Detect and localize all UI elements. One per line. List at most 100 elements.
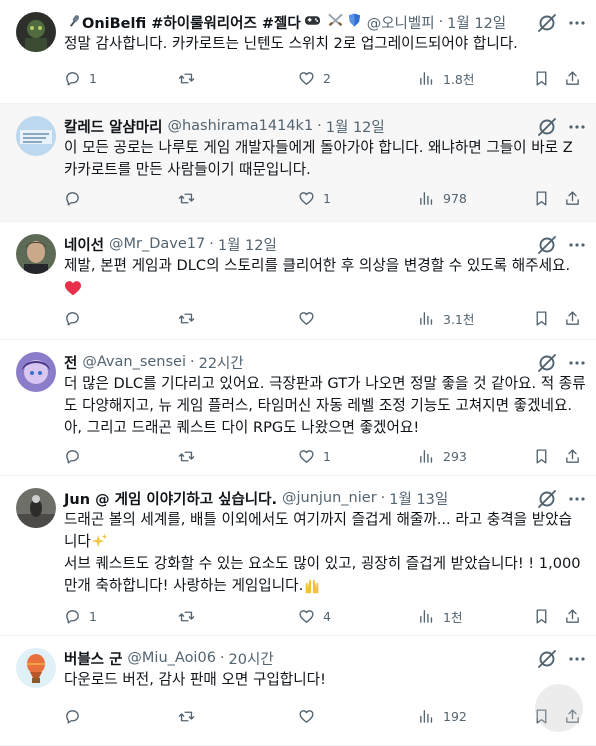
views-button[interactable]: 293	[418, 446, 467, 466]
action-bar: 192	[64, 706, 594, 726]
reply-button[interactable]	[64, 308, 89, 328]
retweet-button[interactable]	[178, 308, 203, 328]
timestamp[interactable]: 1월 13일	[389, 488, 448, 509]
like-button[interactable]: 2	[298, 68, 331, 88]
timestamp[interactable]: 1월 12일	[447, 12, 506, 33]
avatar[interactable]	[16, 352, 56, 392]
avatar[interactable]	[16, 648, 56, 688]
retweet-button[interactable]	[178, 68, 203, 88]
red-heart-emoji-icon	[64, 277, 584, 299]
handle[interactable]: @오니벨피	[367, 12, 435, 33]
grok-icon[interactable]	[536, 648, 558, 670]
retweet-button[interactable]	[178, 706, 203, 726]
tweet-text: 제발, 본편 게임과 DLC의 스토리를 클리어한 후 의상을 변경할 수 있도…	[64, 255, 584, 299]
reply-button[interactable]: 1	[64, 68, 97, 88]
views-button[interactable]: 1.8천	[418, 68, 474, 88]
handle[interactable]: @Miu_Aoi06	[127, 650, 216, 666]
bookmark-button[interactable]	[533, 188, 550, 208]
timestamp[interactable]: 1월 12일	[218, 234, 277, 255]
share-button[interactable]	[564, 606, 581, 626]
display-name[interactable]: Jun @ 게임 이야기하고 싶습니다.	[64, 488, 277, 509]
reply-button[interactable]	[64, 446, 89, 466]
more-icon[interactable]	[566, 488, 588, 510]
like-count: 2	[323, 70, 331, 86]
more-icon[interactable]	[566, 648, 588, 670]
tweet-bubbles[interactable]: 버블스 군 @Miu_Aoi06 · 20시간 다운로드 버전, 감사 판매 오…	[0, 636, 596, 746]
separator-dot: ·	[438, 14, 444, 30]
share-icon	[566, 310, 579, 325]
handle[interactable]: @hashirama1414k1	[167, 118, 313, 134]
tweet-jun[interactable]: Jun @ 게임 이야기하고 싶습니다. @junjun_nier · 1월 1…	[0, 476, 596, 636]
timestamp[interactable]: 20시간	[229, 648, 274, 669]
avatar[interactable]	[16, 234, 56, 274]
timestamp[interactable]: 22시간	[199, 352, 244, 373]
like-button[interactable]: 1	[298, 446, 331, 466]
tweet-onibelfi[interactable]: OniBelfi #하이룰워리어즈 #젤다 @오니벨피 · 1월 12일 정말 …	[0, 0, 596, 104]
reply-icon	[66, 449, 79, 464]
share-button[interactable]	[564, 446, 581, 466]
display-name[interactable]: 네이선	[64, 234, 104, 255]
handle[interactable]: @Mr_Dave17	[109, 236, 205, 252]
views-button[interactable]: 1천	[418, 606, 462, 626]
reply-icon	[66, 311, 79, 326]
tweet-nathan[interactable]: 네이선 @Mr_Dave17 · 1월 12일 제발, 본편 게임과 DLC의 …	[0, 222, 596, 340]
more-icon[interactable]	[566, 352, 588, 374]
heart-icon	[299, 609, 314, 623]
reply-button[interactable]	[64, 188, 89, 208]
tweet-text: 다운로드 버전, 감사 판매 오면 구입합니다!	[64, 669, 584, 691]
more-icon[interactable]	[566, 234, 588, 256]
views-button[interactable]: 3.1천	[418, 308, 474, 328]
grok-icon[interactable]	[536, 352, 558, 374]
like-count: 1	[323, 190, 331, 206]
display-name[interactable]: 칼레드 알샴마리	[64, 116, 162, 137]
more-icon[interactable]	[566, 12, 588, 34]
retweet-button[interactable]	[178, 188, 203, 208]
grok-icon[interactable]	[536, 234, 558, 256]
handle[interactable]: @junjun_nier	[282, 490, 377, 506]
share-button[interactable]	[564, 308, 581, 328]
like-button[interactable]	[298, 706, 323, 726]
bookmark-button[interactable]	[533, 68, 550, 88]
bookmark-button[interactable]	[533, 606, 550, 626]
handle[interactable]: @Avan_sensei	[82, 354, 186, 370]
tweet-text: 정말 감사합니다. 카카로트는 닌텐도 스위치 2로 업그레이드되어야 합니다.	[64, 33, 584, 55]
retweet-icon	[178, 611, 195, 621]
view-count: 1.8천	[443, 71, 475, 87]
retweet-button[interactable]	[178, 446, 203, 466]
bookmark-icon	[536, 70, 547, 86]
grok-icon[interactable]	[536, 12, 558, 34]
action-bar: 1 4 1천	[64, 606, 594, 626]
view-count: 1천	[443, 609, 463, 625]
tweet-line: 다운로드 버전, 감사 판매 오면 구입합니다!	[64, 671, 326, 688]
action-bar: 1 293	[64, 446, 594, 466]
view-count: 293	[443, 448, 467, 464]
tweet-jeon[interactable]: 전 @Avan_sensei · 22시간 더 많은 DLC를 기다리고 있어요…	[0, 340, 596, 476]
bookmark-button[interactable]	[533, 446, 550, 466]
share-button[interactable]	[564, 188, 581, 208]
views-button[interactable]: 978	[418, 188, 467, 208]
retweet-icon	[178, 73, 195, 83]
timestamp[interactable]: 1월 12일	[326, 116, 385, 137]
tweet-khaled[interactable]: 칼레드 알샴마리 @hashirama1414k1 · 1월 12일 이 모든 …	[0, 104, 596, 222]
grok-icon[interactable]	[536, 488, 558, 510]
retweet-button[interactable]	[178, 606, 203, 626]
display-name[interactable]: 버블스 군	[64, 648, 122, 669]
avatar[interactable]	[16, 116, 56, 156]
heart-icon	[299, 709, 314, 723]
display-name[interactable]: OniBelfi #하이룰워리어즈 #젤다	[82, 12, 301, 33]
share-button[interactable]	[564, 68, 581, 88]
like-button[interactable]: 1	[298, 188, 331, 208]
views-button[interactable]: 192	[418, 706, 467, 726]
tweet-line: 니다	[64, 533, 91, 550]
like-button[interactable]: 4	[298, 606, 331, 626]
grok-icon[interactable]	[536, 116, 558, 138]
like-button[interactable]	[298, 308, 323, 328]
reply-button[interactable]	[64, 706, 89, 726]
reply-button[interactable]: 1	[64, 606, 97, 626]
more-icon[interactable]	[566, 116, 588, 138]
avatar[interactable]	[16, 488, 56, 528]
bookmark-button[interactable]	[533, 308, 550, 328]
display-name[interactable]: 전	[64, 352, 77, 373]
retweet-icon	[178, 451, 195, 461]
avatar[interactable]	[16, 12, 56, 52]
